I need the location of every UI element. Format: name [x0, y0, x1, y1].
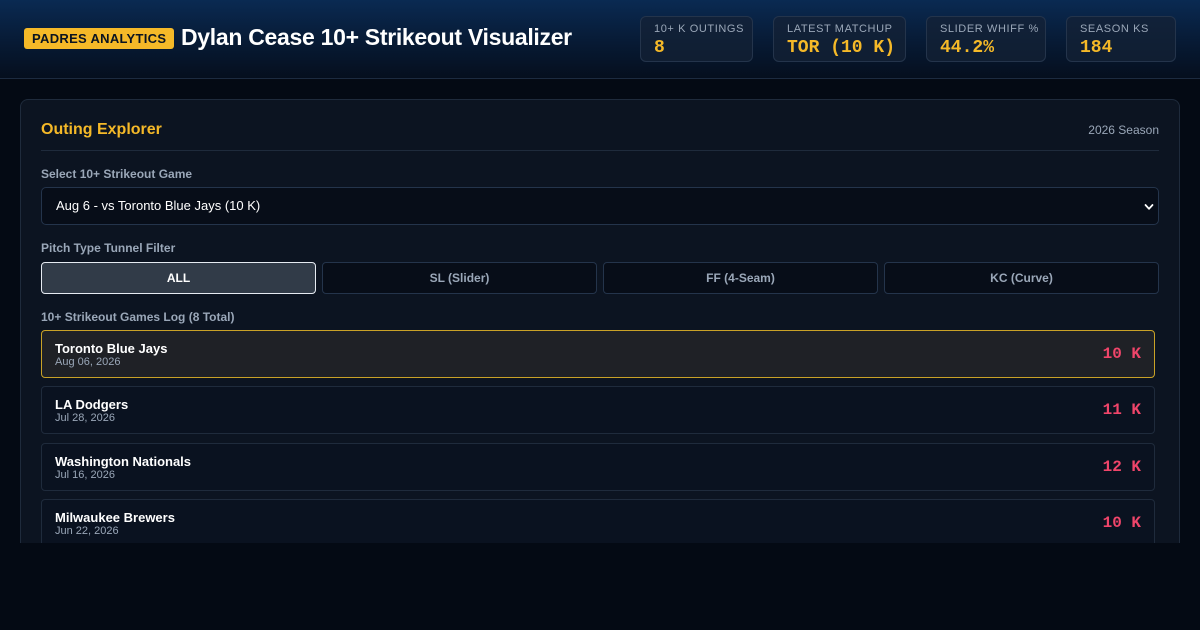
stat-value: 8	[654, 38, 665, 58]
stat-label: SLIDER WHIFF %	[940, 23, 1039, 35]
stat-card-latest-matchup: LATEST MATCHUP TOR (10 K)	[773, 16, 906, 62]
games-log-label: 10+ Strikeout Games Log (8 Total)	[41, 310, 235, 324]
game-select[interactable]: Aug 6 - vs Toronto Blue Jays (10 K)	[41, 187, 1159, 225]
outing-explorer-panel: Outing Explorer 2026 Season Select 10+ S…	[20, 99, 1180, 543]
stat-value: 44.2%	[940, 38, 995, 58]
strikeout-count: 11 K	[1102, 401, 1141, 419]
game-date: Aug 06, 2026	[55, 356, 121, 368]
strikeout-count: 10 K	[1102, 514, 1141, 532]
game-row[interactable]: LA Dodgers Jul 28, 2026 11 K	[41, 386, 1155, 434]
brand-badge: PADRES ANALYTICS	[24, 28, 175, 49]
game-select-label: Select 10+ Strikeout Game	[41, 167, 193, 181]
filter-tab-curve[interactable]: KC (Curve)	[884, 262, 1159, 294]
panel-title: Outing Explorer	[41, 121, 162, 138]
filter-tab-all[interactable]: ALL	[41, 262, 316, 294]
stat-label: 10+ K OUTINGS	[654, 23, 745, 35]
game-row[interactable]: Washington Nationals Jul 16, 2026 12 K	[41, 443, 1155, 491]
stat-label: LATEST MATCHUP	[787, 23, 893, 35]
game-row[interactable]: Toronto Blue Jays Aug 06, 2026 10 K	[41, 330, 1155, 378]
app-header: PADRES ANALYTICS Dylan Cease 10+ Strikeo…	[0, 0, 1200, 79]
pitch-filter-label: Pitch Type Tunnel Filter	[41, 241, 176, 255]
game-date: Jul 28, 2026	[55, 412, 115, 424]
game-date: Jun 22, 2026	[55, 525, 119, 537]
team-name: Washington Nationals	[55, 454, 192, 469]
stat-value: 184	[1080, 38, 1113, 58]
filter-tab-four-seam[interactable]: FF (4-Seam)	[603, 262, 878, 294]
game-date: Jul 16, 2026	[55, 469, 115, 481]
season-label: 2026 Season	[1088, 123, 1159, 137]
team-name: LA Dodgers	[55, 397, 129, 412]
stat-card-slider-whiff: SLIDER WHIFF % 44.2%	[926, 16, 1046, 62]
game-row[interactable]: Milwaukee Brewers Jun 22, 2026 10 K	[41, 499, 1155, 543]
strikeout-count: 12 K	[1102, 458, 1141, 476]
team-name: Toronto Blue Jays	[55, 341, 168, 356]
page-title: Dylan Cease 10+ Strikeout Visualizer	[181, 24, 572, 50]
stat-value: TOR (10 K)	[787, 38, 896, 58]
divider	[41, 150, 1159, 151]
team-name: Milwaukee Brewers	[55, 510, 175, 525]
stat-card-k-outings: 10+ K OUTINGS 8	[640, 16, 753, 62]
stat-card-season-ks: SEASON KS 184	[1066, 16, 1176, 62]
stat-label: SEASON KS	[1080, 23, 1149, 35]
filter-tab-slider[interactable]: SL (Slider)	[322, 262, 597, 294]
game-select-value: Aug 6 - vs Toronto Blue Jays (10 K)	[56, 198, 261, 213]
chevron-down-icon	[1144, 204, 1154, 210]
strikeout-count: 10 K	[1102, 345, 1141, 363]
